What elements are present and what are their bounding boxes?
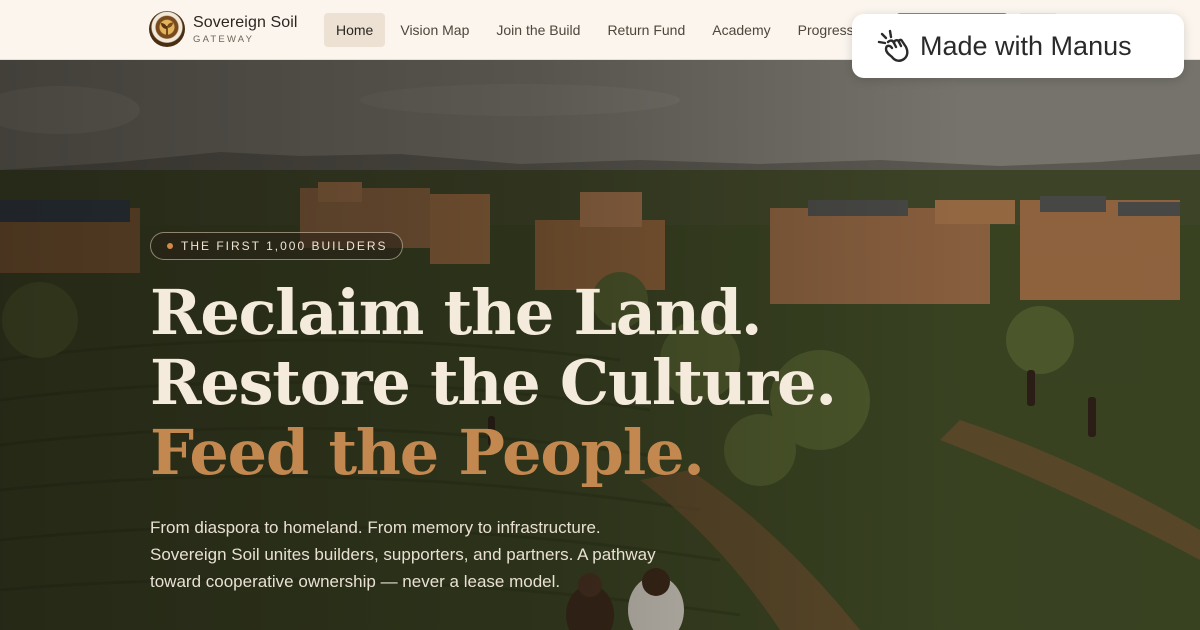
- nav-item-join-the-build[interactable]: Join the Build: [484, 13, 592, 47]
- brand-tagline: GATEWAY: [193, 33, 255, 45]
- nav-item-home[interactable]: Home: [324, 13, 386, 47]
- hero-eyebrow-text: THE FIRST 1,000 BUILDERS: [181, 239, 388, 253]
- brand-name: Sovereign Soil: [193, 13, 298, 31]
- sprout-icon: [161, 22, 173, 35]
- hero-description: From diaspora to homeland. From memory t…: [150, 514, 750, 595]
- hero-description-line-1: From diaspora to homeland. From memory t…: [150, 518, 601, 537]
- nav-item-academy[interactable]: Academy: [700, 13, 782, 47]
- made-with-manus-label: Made with Manus: [920, 31, 1132, 61]
- headline-line-3: Feed the People.: [150, 416, 705, 489]
- made-with-manus-badge[interactable]: Made with Manus: [852, 14, 1184, 78]
- manus-hand-icon: [877, 29, 909, 62]
- bullet-dot-icon: [167, 243, 173, 249]
- hero-eyebrow-pill: THE FIRST 1,000 BUILDERS: [150, 232, 403, 260]
- hero-headline: Reclaim the Land. Restore the Culture. F…: [150, 278, 850, 488]
- hero-description-line-3: toward cooperative ownership — never a l…: [150, 572, 561, 591]
- primary-nav: Home Vision Map Join the Build Return Fu…: [324, 13, 869, 47]
- nav-item-vision-map[interactable]: Vision Map: [388, 13, 481, 47]
- headline-line-1: Reclaim the Land.: [150, 276, 763, 349]
- hero-section: THE FIRST 1,000 BUILDERS Reclaim the Lan…: [0, 60, 1200, 630]
- nav-item-return-fund[interactable]: Return Fund: [595, 13, 697, 47]
- hero-description-line-2: Sovereign Soil unites builders, supporte…: [150, 545, 656, 564]
- headline-line-2: Restore the Culture.: [150, 346, 837, 419]
- brand-logo: [149, 11, 185, 47]
- brand-link[interactable]: Sovereign Soil GATEWAY: [149, 11, 298, 47]
